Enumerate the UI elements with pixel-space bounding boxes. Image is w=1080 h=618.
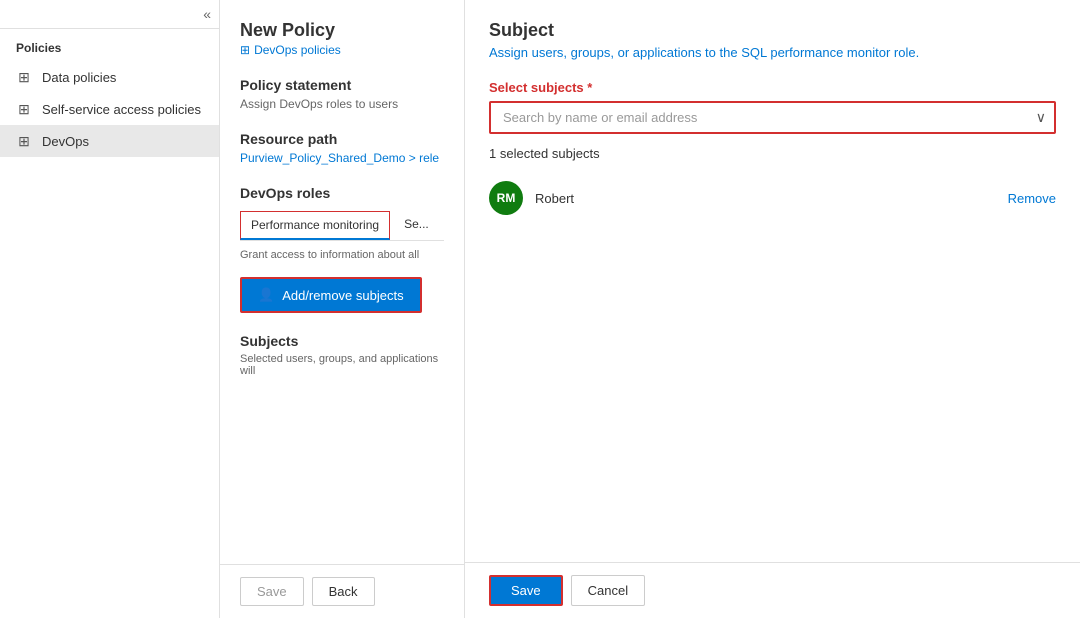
add-remove-label: Add/remove subjects — [282, 288, 403, 303]
role-grant-text: Grant access to information about all — [240, 249, 444, 261]
remove-subject-button[interactable]: Remove — [1008, 191, 1056, 206]
subject-panel-title: Subject — [489, 20, 1056, 41]
select-subjects-label: Select subjects * — [489, 80, 1056, 95]
policy-statement-title: Policy statement — [240, 77, 444, 93]
collapse-button[interactable]: « — [203, 6, 211, 22]
sidebar-item-devops[interactable]: ⊞ DevOps — [0, 125, 219, 157]
sidebar-collapse: « — [0, 0, 219, 29]
sidebar: « Policies ⊞ Data policies ⊞ Self-servic… — [0, 0, 220, 618]
sidebar-item-self-service[interactable]: ⊞ Self-service access policies — [0, 93, 219, 125]
sidebar-section-title: Policies — [0, 29, 219, 61]
subject-initials: RM — [497, 191, 516, 205]
self-service-icon: ⊞ — [16, 101, 32, 117]
selected-count: 1 selected subjects — [489, 146, 1056, 161]
subject-panel-footer: Save Cancel — [465, 562, 1080, 618]
tab-second[interactable]: Se... — [394, 211, 439, 240]
search-box-wrapper: ∨ — [489, 101, 1056, 134]
main-save-button[interactable]: Save — [240, 577, 304, 606]
subjects-desc: Selected users, groups, and applications… — [240, 353, 444, 377]
main-panel: New Policy ⊞ DevOps policies Policy stat… — [220, 0, 465, 618]
subject-avatar: RM — [489, 181, 523, 215]
subject-name: Robert — [535, 191, 996, 206]
sidebar-item-devops-label: DevOps — [42, 134, 89, 149]
devops-roles-title: DevOps roles — [240, 185, 444, 201]
policy-breadcrumb[interactable]: ⊞ DevOps policies — [240, 43, 444, 57]
main-back-button[interactable]: Back — [312, 577, 375, 606]
sidebar-item-self-service-label: Self-service access policies — [42, 102, 201, 117]
subject-panel-subtitle: Assign users, groups, or applications to… — [489, 45, 1056, 60]
tab-performance-monitoring[interactable]: Performance monitoring — [240, 211, 390, 240]
add-remove-icon: 👤 — [258, 287, 274, 303]
main-panel-footer: Save Back — [220, 564, 464, 618]
resource-path-title: Resource path — [240, 131, 444, 147]
subject-cancel-button[interactable]: Cancel — [571, 575, 645, 606]
dropdown-arrow-icon[interactable]: ∨ — [1036, 109, 1046, 126]
policy-statement-desc: Assign DevOps roles to users — [240, 97, 444, 111]
sidebar-item-data-policies[interactable]: ⊞ Data policies — [0, 61, 219, 93]
subjects-section-title: Subjects — [240, 333, 444, 349]
devops-icon: ⊞ — [16, 133, 32, 149]
required-indicator: * — [587, 80, 592, 95]
policy-title: New Policy — [240, 20, 444, 41]
roles-tabs: Performance monitoring Se... — [240, 211, 444, 241]
search-input[interactable] — [499, 103, 1036, 132]
data-policies-icon: ⊞ — [16, 69, 32, 85]
resource-path-value: Purview_Policy_Shared_Demo > rele — [240, 151, 444, 165]
subject-save-button[interactable]: Save — [489, 575, 563, 606]
breadcrumb-icon: ⊞ — [240, 43, 250, 57]
add-remove-subjects-button[interactable]: 👤 Add/remove subjects — [240, 277, 422, 313]
breadcrumb-text: DevOps policies — [254, 43, 341, 57]
sidebar-item-data-policies-label: Data policies — [42, 70, 116, 85]
subject-panel: Subject Assign users, groups, or applica… — [465, 0, 1080, 618]
subject-row: RM Robert Remove — [489, 175, 1056, 221]
